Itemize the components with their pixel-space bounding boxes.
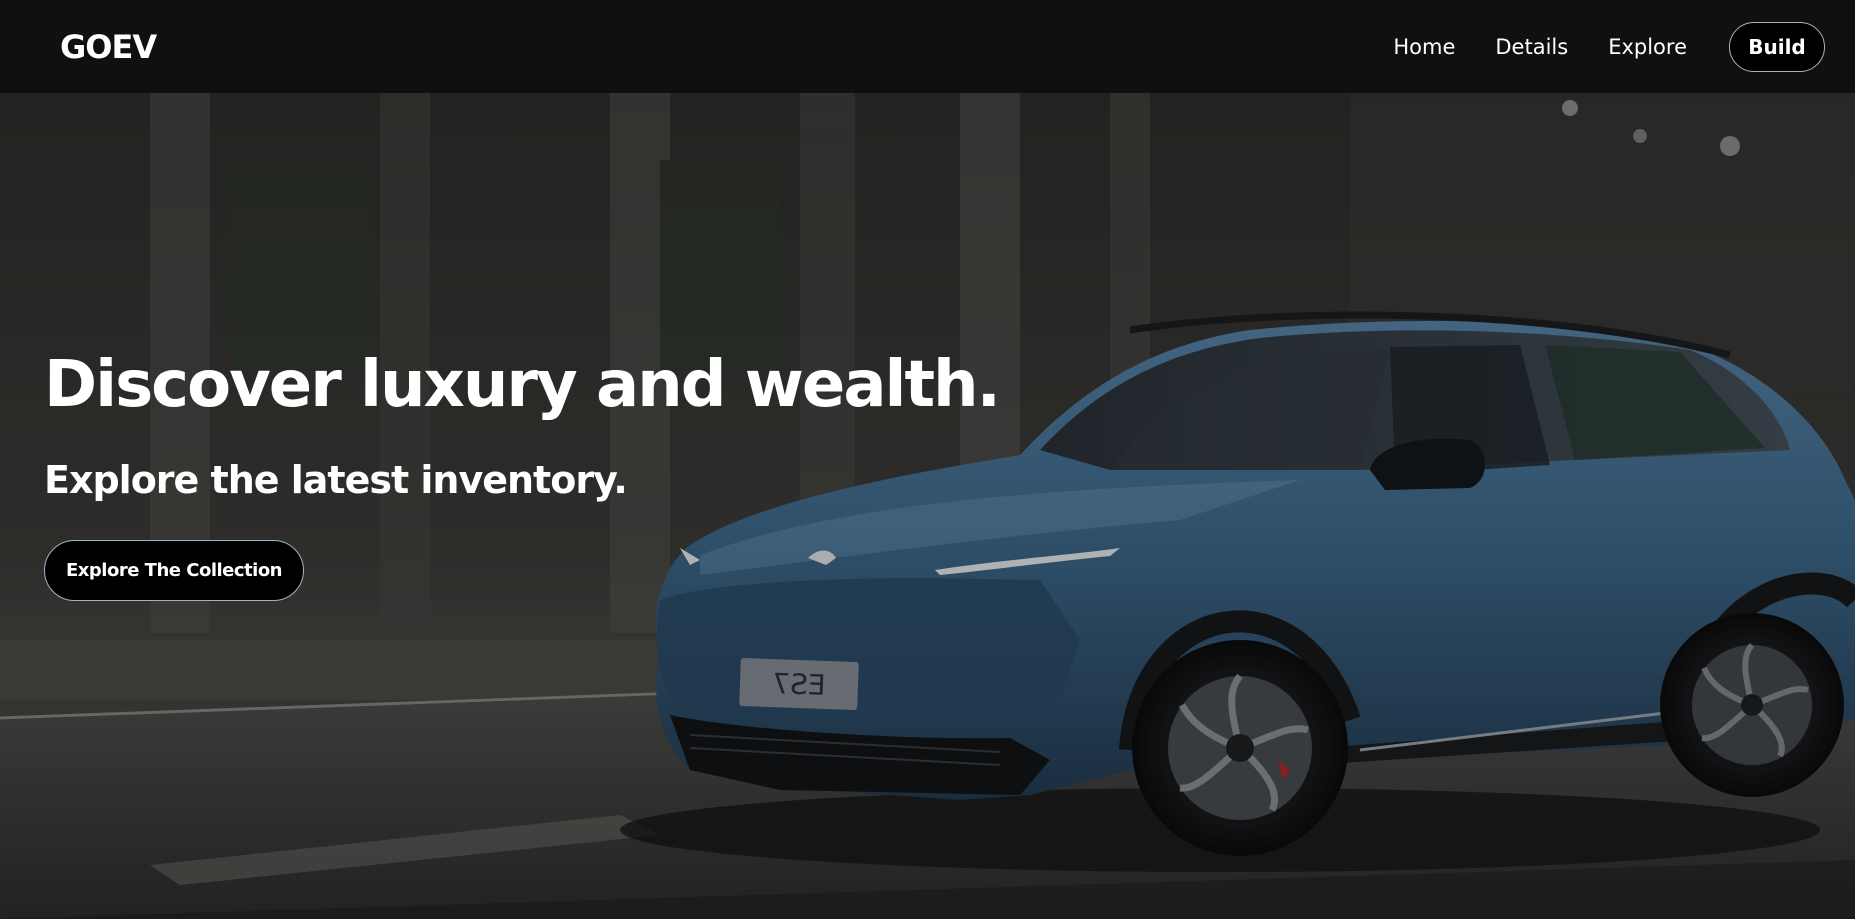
nav-link-home[interactable]: Home <box>1393 35 1455 59</box>
nav-menu: Home Details Explore Build <box>1393 21 1825 72</box>
top-navbar: GOEV Home Details Explore Build <box>0 0 1855 93</box>
build-button[interactable]: Build <box>1729 21 1825 72</box>
brand-logo[interactable]: GOEV <box>60 28 157 66</box>
hero-subheadline: Explore the latest inventory. <box>44 458 628 502</box>
hero-headline: Discover luxury and wealth. <box>44 348 1001 422</box>
nav-link-details[interactable]: Details <box>1495 35 1568 59</box>
hero-section: ES7 Discover luxury and wealth. Explore … <box>0 93 1855 919</box>
nav-link-explore[interactable]: Explore <box>1608 35 1687 59</box>
explore-collection-button[interactable]: Explore The Collection <box>44 540 304 601</box>
hero-car-photo: ES7 <box>0 93 1855 919</box>
